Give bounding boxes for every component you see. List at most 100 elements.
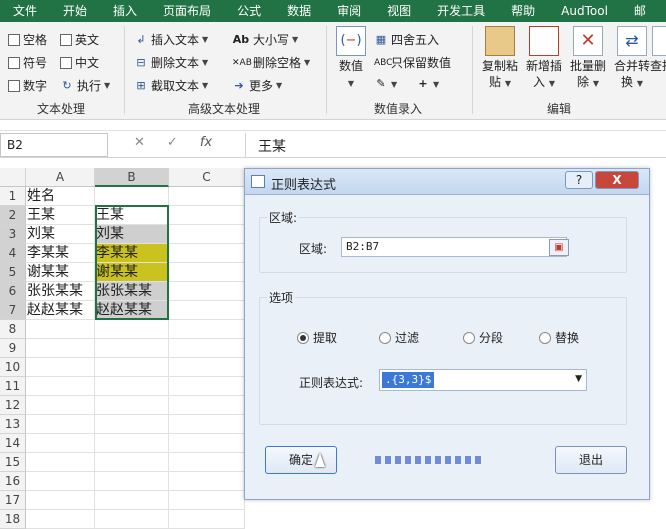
cell-a[interactable]: 谢某某 [26,263,95,282]
fx-icon[interactable]: fx [200,135,212,150]
execute-button[interactable]: ↻ 执行 ▼ [60,77,110,94]
tab-1[interactable]: 开始 [50,0,100,22]
help-button[interactable]: ? [565,171,593,189]
delete-text-button[interactable]: ⊟ 删除文本 ▼ [134,54,208,71]
cell-a[interactable]: 赵赵某某 [26,301,95,320]
row-header[interactable]: 6 [0,282,26,301]
cell-a[interactable]: 刘某 [26,225,95,244]
cell-a[interactable] [26,396,95,415]
tab-11[interactable]: 邮 [621,0,659,22]
tab-5[interactable]: 数据 [274,0,324,22]
checkbox-box[interactable] [60,33,72,46]
column-header-b[interactable]: B [95,168,169,187]
cell-a[interactable]: 张张某某 [26,282,95,301]
new-insert-button[interactable]: 新增插入 ▼ [522,26,566,92]
cell-a[interactable] [26,358,95,377]
checkbox-english[interactable]: 英文 [60,31,99,48]
row-header[interactable]: 11 [0,377,26,396]
checkbox-box[interactable] [8,79,20,92]
cell-a[interactable] [26,415,95,434]
cell-a[interactable]: 王某 [26,206,95,225]
row-header[interactable]: 18 [0,510,26,529]
cell-c[interactable] [169,491,245,510]
regex-select[interactable]: .{3,3}$ ▼ [379,369,587,391]
cancel-icon[interactable]: ✕ [134,135,145,150]
merge-convert-button[interactable]: ⇄ 合并转换 ▼ [610,26,654,92]
exit-button[interactable]: 退出 [555,446,627,474]
checkbox-symbol[interactable]: 符号 [8,54,47,71]
cell-b[interactable] [95,453,169,472]
checkbox-chinese[interactable]: 中文 [60,54,99,71]
cell-c[interactable] [169,434,245,453]
cell-c[interactable] [169,510,245,529]
ok-button[interactable]: 确定 [265,446,337,474]
cell-c[interactable] [169,396,245,415]
chevron-down-icon[interactable]: ▼ [575,374,582,384]
cell-c[interactable] [169,339,245,358]
range-input[interactable]: B2:B7 [341,237,567,257]
row-header[interactable]: 1 [0,187,26,206]
value-button[interactable]: (−) 数值 ▼ [330,26,372,92]
row-header[interactable]: 3 [0,225,26,244]
tab-2[interactable]: 插入 [100,0,150,22]
radio-circle[interactable] [463,331,475,344]
select-all-corner[interactable] [0,168,26,187]
cell-b[interactable] [95,358,169,377]
cell-b[interactable] [95,510,169,529]
radio-circle[interactable] [297,331,309,344]
cell-a[interactable] [26,472,95,491]
batch-delete-button[interactable]: ✕ 批量删除 ▼ [566,26,610,92]
tab-6[interactable]: 审阅 [324,0,374,22]
tab-0[interactable]: 文件 [0,0,50,22]
sort-button[interactable]: ✎ ▼ [374,77,397,91]
cell-b[interactable]: 赵赵某某 [95,301,169,320]
delete-space-button[interactable]: ✕AB 删除空格 ▼ [232,54,310,71]
cell-c[interactable] [169,187,245,206]
radio-filter[interactable]: 过滤 [379,329,419,346]
case-button[interactable]: Ab 大小写 ▼ [232,31,298,48]
tab-7[interactable]: 视图 [374,0,424,22]
tab-4[interactable]: 公式 [224,0,274,22]
copy-paste-button[interactable]: 复制粘贴 ▼ [478,26,522,92]
cell-c[interactable] [169,225,245,244]
cell-c[interactable] [169,263,245,282]
cell-c[interactable] [169,244,245,263]
formula-input[interactable]: 王某 [245,133,666,157]
cell-c[interactable] [169,301,245,320]
tab-8[interactable]: 开发工具 [424,0,498,22]
cell-b[interactable]: 王某 [95,206,169,225]
cell-c[interactable] [169,415,245,434]
keep-value-button[interactable]: ABC 只保留数值 [374,54,451,71]
enter-icon[interactable]: ✓ [167,135,178,150]
find-button[interactable]: 查找 [650,26,666,74]
row-header[interactable]: 8 [0,320,26,339]
radio-circle[interactable] [539,331,551,344]
row-header[interactable]: 13 [0,415,26,434]
cell-b[interactable] [95,339,169,358]
extract-text-button[interactable]: ⊞ 截取文本 ▼ [134,77,208,94]
checkbox-digit[interactable]: 数字 [8,77,47,94]
checkbox-space[interactable]: 空格 [8,31,47,48]
column-header-c[interactable]: C [169,168,245,187]
row-header[interactable]: 12 [0,396,26,415]
row-header[interactable]: 2 [0,206,26,225]
insert-text-button[interactable]: ↲ 插入文本 ▼ [134,31,208,48]
checkbox-box[interactable] [8,56,20,69]
cell-c[interactable] [169,320,245,339]
name-box[interactable]: B2 [0,133,108,157]
round-button[interactable]: ▦ 四舍五入 [374,31,439,48]
tab-3[interactable]: 页面布局 [150,0,224,22]
column-header-a[interactable]: A [26,168,95,187]
cell-b[interactable] [95,377,169,396]
cell-a[interactable] [26,377,95,396]
cell-b[interactable] [95,396,169,415]
range-picker-icon[interactable]: ▣ [549,239,569,256]
row-header[interactable]: 16 [0,472,26,491]
cell-b[interactable] [95,434,169,453]
cell-a[interactable]: 李某某 [26,244,95,263]
tab-9[interactable]: 帮助 [498,0,548,22]
cell-a[interactable] [26,453,95,472]
radio-replace[interactable]: 替换 [539,329,579,346]
cell-a[interactable] [26,339,95,358]
add-button[interactable]: + ▼ [416,77,439,91]
